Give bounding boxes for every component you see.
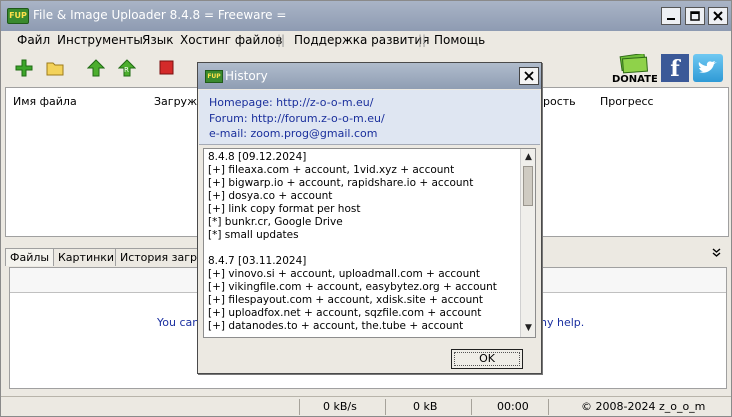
status-bar: 0 kB/s 0 kB 00:00 © 2008-2024 z_o_o_m xyxy=(1,396,731,417)
history-dialog: FUP History Homepage: http://z-o-o-m.eu/… xyxy=(197,62,542,374)
menu-language[interactable]: Язык xyxy=(142,33,173,47)
refresh-upload-icon[interactable]: R xyxy=(118,59,136,77)
history-line: [+] vikingfile.com + account, easybytez.… xyxy=(208,281,497,293)
status-copyright: © 2008-2024 z_o_o_m xyxy=(581,400,706,413)
collapse-chevron-icon[interactable] xyxy=(712,248,721,260)
open-folder-icon[interactable] xyxy=(46,59,64,77)
status-time: 00:00 xyxy=(497,400,529,413)
column-progress[interactable]: Прогресс xyxy=(600,95,654,108)
dialog-info-panel: Homepage: http://z-o-o-m.eu/ Forum: http… xyxy=(199,90,540,145)
history-line: [+] dosya.co + account xyxy=(208,190,333,202)
history-scrollbar[interactable]: ▲ ▼ xyxy=(520,149,535,337)
menu-file[interactable]: Файл xyxy=(17,33,50,47)
menu-separator: || xyxy=(277,33,286,47)
menu-file-hosting[interactable]: Хостинг файлов xyxy=(180,33,282,47)
twitter-bird-icon xyxy=(698,61,717,73)
ok-button[interactable]: OK xyxy=(451,349,523,369)
scroll-down-arrow-icon[interactable]: ▼ xyxy=(521,321,535,336)
history-lines: 8.4.8 [09.12.2024] [+] fileaxa.com + acco… xyxy=(208,151,518,333)
email-link[interactable]: e-mail: zoom.prog@gmail.com xyxy=(209,127,377,140)
history-line: [+] vinovo.si + account, uploadmall.com … xyxy=(208,268,481,280)
minimize-button[interactable] xyxy=(661,7,681,25)
status-divider xyxy=(471,399,472,415)
dialog-title-bar[interactable]: FUP History xyxy=(198,63,541,89)
history-line: 8.4.8 [09.12.2024] xyxy=(208,151,307,163)
scroll-up-arrow-icon[interactable]: ▲ xyxy=(521,150,535,165)
menu-separator: || xyxy=(418,33,427,47)
dialog-title: History xyxy=(225,69,268,83)
window-title: File & Image Uploader 8.4.8 = Freeware = xyxy=(33,8,287,22)
tab-files[interactable]: Файлы xyxy=(5,248,55,266)
history-line: [+] filespayout.com + account, xdisk.sit… xyxy=(208,294,483,306)
scroll-thumb[interactable] xyxy=(523,166,533,206)
maximize-icon xyxy=(690,11,700,21)
menu-bar: Файл Инструменты Язык Хостинг файлов || … xyxy=(1,31,731,51)
minimize-icon xyxy=(667,18,675,20)
history-line: [+] uploadfox.net + account, sqzfile.com… xyxy=(208,307,482,319)
menu-tools[interactable]: Инструменты xyxy=(57,33,143,47)
maximize-button[interactable] xyxy=(685,7,705,25)
history-line: [+] fileaxa.com + account, 1vid.xyz + ac… xyxy=(208,164,455,176)
history-line: 8.4.7 [03.11.2024] xyxy=(208,255,307,267)
history-line: [+] datanodes.to + account, the.tube + a… xyxy=(208,320,464,332)
menu-help[interactable]: Помощь xyxy=(434,33,485,47)
help-text-right: ny help. xyxy=(540,316,585,329)
history-line: [+] bigwarp.io + account, rapidshare.io … xyxy=(208,177,474,189)
close-icon xyxy=(713,11,723,21)
twitter-icon[interactable] xyxy=(693,54,723,82)
status-divider xyxy=(299,399,300,415)
close-icon xyxy=(524,71,534,81)
history-textbox[interactable]: 8.4.8 [09.12.2024] [+] fileaxa.com + acco… xyxy=(203,148,536,338)
donate-icon[interactable]: DONATE xyxy=(611,54,657,84)
help-text-left: You can xyxy=(157,316,200,329)
history-line xyxy=(208,242,518,255)
dialog-close-button[interactable] xyxy=(519,67,539,85)
dialog-app-icon: FUP xyxy=(205,70,223,83)
column-filename[interactable]: Имя файла xyxy=(13,95,77,108)
menu-support[interactable]: Поддержка развития xyxy=(294,33,429,47)
donate-label: DONATE xyxy=(612,74,657,84)
history-line: [+] link copy format per host xyxy=(208,203,361,215)
upload-up-icon[interactable] xyxy=(87,59,105,77)
homepage-link[interactable]: Homepage: http://z-o-o-m.eu/ xyxy=(209,96,373,109)
tab-images[interactable]: Картинки xyxy=(53,248,120,266)
history-line: [*] bunkr.cr, Google Drive xyxy=(208,216,343,228)
forum-link[interactable]: Forum: http://forum.z-o-o-m.eu/ xyxy=(209,112,385,125)
status-size: 0 kB xyxy=(413,400,438,413)
close-button[interactable] xyxy=(708,7,728,25)
column-speed[interactable]: рость xyxy=(543,95,576,108)
svg-text:R: R xyxy=(124,66,129,74)
app-icon: FUP xyxy=(7,8,29,24)
facebook-icon[interactable]: f xyxy=(661,54,689,82)
status-divider xyxy=(548,399,549,415)
add-file-icon[interactable] xyxy=(15,59,33,77)
title-bar[interactable]: FUP File & Image Uploader 8.4.8 = Freewa… xyxy=(1,1,731,31)
status-divider xyxy=(385,399,386,415)
history-line: [*] small updates xyxy=(208,229,299,241)
status-speed: 0 kB/s xyxy=(323,400,357,413)
stop-icon[interactable] xyxy=(158,59,176,77)
